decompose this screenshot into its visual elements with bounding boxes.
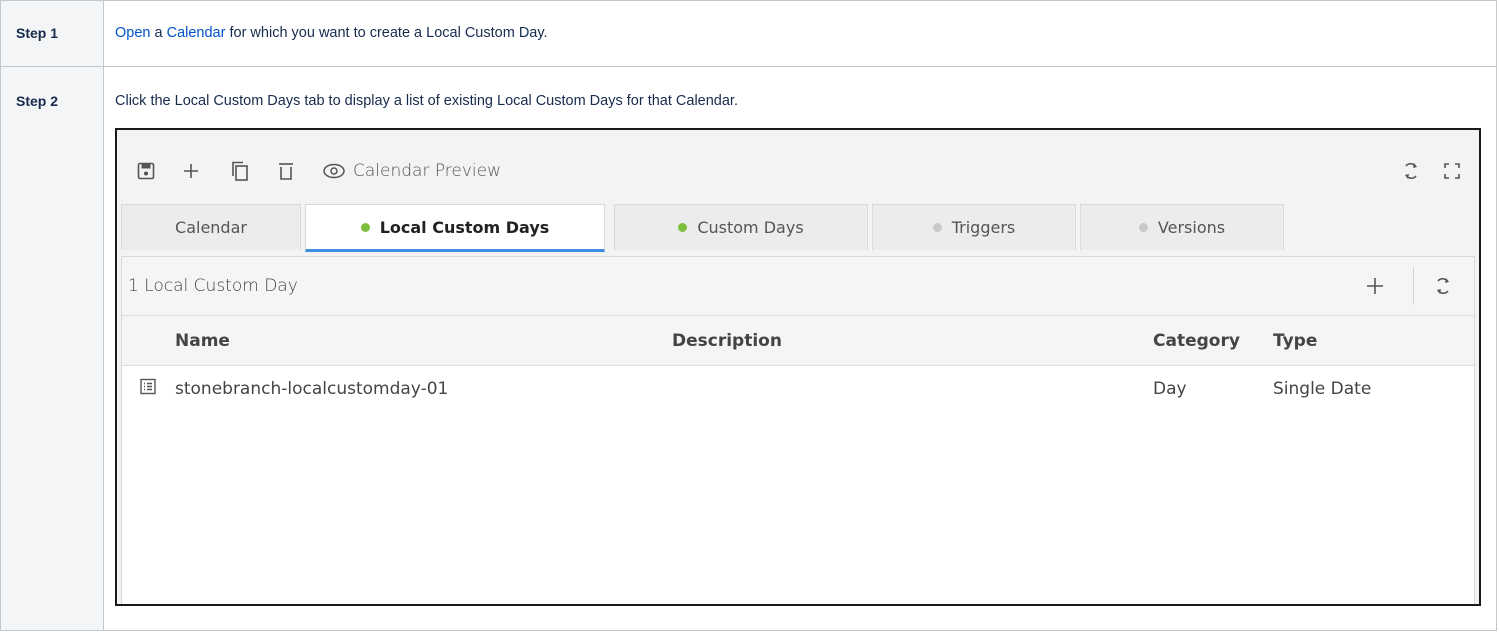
calendar-screenshot: Calendar Preview Calendar Local Custom D…	[115, 128, 1481, 606]
refresh-icon	[1437, 277, 1449, 295]
tab-calendar[interactable]: Calendar	[121, 204, 301, 250]
toolbar: Calendar Preview	[117, 130, 1479, 202]
tab-label: Calendar	[175, 218, 247, 237]
expand-icon[interactable]	[1441, 160, 1463, 182]
calendar-link[interactable]: Calendar	[167, 25, 226, 41]
record-list-icon	[140, 378, 156, 400]
step-text-part: for which you want to create a Local Cus…	[225, 25, 548, 41]
step-text-part: a	[150, 25, 167, 41]
tab-label: Local Custom Days	[379, 217, 550, 237]
trash-icon[interactable]	[275, 160, 297, 182]
tab-triggers[interactable]: Triggers	[872, 204, 1076, 250]
refresh-icon[interactable]	[1400, 160, 1422, 182]
column-header-name[interactable]: Name	[175, 331, 230, 351]
cell-type: Single Date	[1273, 379, 1372, 399]
step-label: Step 2	[16, 93, 59, 109]
step-content: Open a Calendar for which you want to cr…	[103, 0, 1497, 67]
status-dot-icon	[360, 222, 370, 232]
status-dot-icon	[678, 223, 688, 232]
toolbar-divider	[1413, 267, 1414, 305]
step-label-cell: Step 2	[0, 66, 104, 631]
copy-icon[interactable]	[229, 160, 251, 182]
step-text: Click the Local Custom Days tab to displ…	[115, 93, 738, 109]
panel-title: 1 Local Custom Day	[128, 276, 298, 296]
eye-icon	[323, 163, 345, 179]
column-header-category[interactable]: Category	[1153, 331, 1240, 351]
tab-versions[interactable]: Versions	[1080, 204, 1284, 250]
local-custom-days-panel: 1 Local Custom Day Name Description Cate…	[121, 256, 1475, 604]
calendar-preview-button[interactable]: Calendar Preview	[323, 161, 501, 181]
add-local-custom-day-button[interactable]	[1362, 273, 1388, 299]
cell-category: Day	[1153, 379, 1187, 399]
tab-local-custom-days[interactable]: Local Custom Days	[305, 204, 605, 252]
tab-label: Versions	[1157, 218, 1226, 237]
tab-custom-days[interactable]: Custom Days	[614, 204, 868, 250]
open-link[interactable]: Open	[115, 25, 150, 41]
tab-label: Triggers	[951, 218, 1016, 237]
refresh-list-button[interactable]	[1430, 273, 1456, 299]
plus-icon[interactable]	[180, 160, 202, 182]
panel-header: 1 Local Custom Day	[122, 257, 1474, 316]
step-text: Open a Calendar for which you want to cr…	[104, 1, 1496, 41]
save-icon[interactable]	[135, 160, 157, 182]
step-row-1: Step 1 Open a Calendar for which you wan…	[0, 0, 1497, 67]
status-dot-icon	[932, 223, 942, 232]
column-header-type[interactable]: Type	[1273, 331, 1317, 351]
step-label: Step 1	[16, 25, 59, 41]
status-dot-icon	[1138, 223, 1148, 232]
calendar-preview-label: Calendar Preview	[353, 161, 502, 181]
column-header-description[interactable]: Description	[672, 331, 782, 351]
grid-header: Name Description Category Type	[122, 316, 1474, 366]
plus-icon	[1367, 278, 1383, 294]
table-row[interactable]: stonebranch-localcustomday-01 Day Single…	[122, 366, 1474, 412]
step-label-cell: Step 1	[0, 0, 104, 67]
cell-name[interactable]: stonebranch-localcustomday-01	[175, 379, 448, 399]
tab-label: Custom Days	[697, 218, 804, 237]
tab-bar: Calendar Local Custom Days Custom Days T…	[121, 204, 1479, 252]
